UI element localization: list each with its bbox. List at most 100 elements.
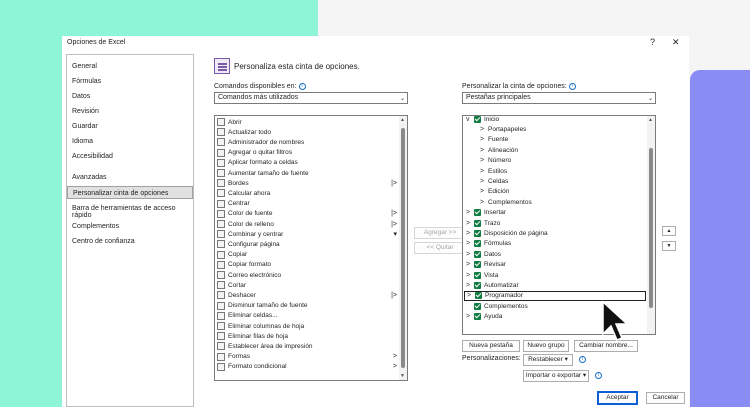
checkbox[interactable] xyxy=(474,302,481,310)
ribbon-tabs-select[interactable]: Pestañas principales ⌄ xyxy=(462,92,656,104)
nav-item[interactable]: Fórmulas xyxy=(72,78,101,85)
command-item[interactable]: Disminuir tamaño de fuente xyxy=(215,301,399,311)
nav-item[interactable]: Complementos xyxy=(72,223,119,230)
ribbon-tree-item[interactable]: > Disposición de página xyxy=(464,228,646,238)
nav-item[interactable]: Accesibilidad xyxy=(72,153,113,160)
command-item[interactable]: Combinar y centrar ▾ xyxy=(215,229,399,239)
expand-chevron-icon[interactable]: > xyxy=(480,157,488,164)
ribbon-scroll-thumb[interactable] xyxy=(649,148,653,308)
nav-item[interactable]: Datos xyxy=(72,93,90,100)
commands-list[interactable]: Formato condicional > Formas > Establecer ár… xyxy=(214,115,408,381)
expand-chevron-icon[interactable]: > xyxy=(480,199,488,206)
command-item[interactable]: Eliminar columnas de hoja xyxy=(215,321,399,331)
checkbox[interactable] xyxy=(474,261,481,269)
nav-item[interactable]: Avanzadas xyxy=(72,174,107,181)
ribbon-tree-item[interactable]: > Alineación xyxy=(464,145,646,155)
checkbox[interactable] xyxy=(474,116,481,123)
scroll-up-icon[interactable]: ▲ xyxy=(400,117,405,123)
command-item[interactable]: Calcular ahora xyxy=(215,188,399,198)
info-icon[interactable]: i xyxy=(568,83,576,90)
command-item[interactable]: Agregar o quitar filtros xyxy=(215,148,399,158)
ribbon-tree-item[interactable]: > Edición xyxy=(464,187,646,197)
expand-chevron-icon[interactable]: > xyxy=(466,282,474,289)
command-item[interactable]: Administrador de nombres xyxy=(215,137,399,147)
command-item[interactable]: Formato condicional > xyxy=(215,362,399,372)
info-icon[interactable]: i xyxy=(595,372,602,379)
checkbox[interactable] xyxy=(474,219,481,227)
command-item[interactable]: Color de relleno |> xyxy=(215,219,399,229)
command-item[interactable]: Configurar página xyxy=(215,239,399,249)
command-item[interactable]: Copiar formato xyxy=(215,260,399,270)
command-item[interactable]: Deshacer |> xyxy=(215,290,399,300)
expand-chevron-icon[interactable]: > xyxy=(466,313,474,320)
ribbon-tree-item[interactable]: > Vista xyxy=(464,270,646,280)
new-group-button[interactable]: Nuevo grupo xyxy=(523,340,569,352)
command-item[interactable]: Establecer área de impresión xyxy=(215,341,399,351)
expand-chevron-icon[interactable]: > xyxy=(466,220,474,227)
ok-button[interactable]: Aceptar xyxy=(597,391,638,405)
command-item[interactable]: Formas > xyxy=(215,352,399,362)
expand-chevron-icon[interactable]: > xyxy=(466,272,474,279)
nav-item[interactable]: Barra de herramientas de acceso rápido xyxy=(72,205,193,219)
ribbon-tree-item[interactable]: v Inicio xyxy=(464,116,646,124)
command-item[interactable]: Eliminar filas de hoja xyxy=(215,331,399,341)
info-icon[interactable]: i xyxy=(579,356,586,363)
add-button[interactable]: Agregar >> xyxy=(414,227,466,239)
new-tab-button[interactable]: Nueva pestaña xyxy=(462,340,520,352)
ribbon-tree-item[interactable]: > Fórmulas xyxy=(464,239,646,249)
ribbon-scrollbar[interactable]: ▲ xyxy=(647,116,655,334)
remove-button[interactable]: << Quitar xyxy=(414,242,466,254)
command-item[interactable]: Abrir xyxy=(215,117,399,127)
ribbon-tree-item[interactable]: > Fuente xyxy=(464,135,646,145)
command-item[interactable]: Actualizar todo xyxy=(215,127,399,137)
ribbon-tree-item[interactable]: > Insertar xyxy=(464,208,646,218)
expand-chevron-icon[interactable]: > xyxy=(480,136,488,143)
checkbox[interactable] xyxy=(474,313,481,321)
nav-item[interactable]: Personalizar cinta de opciones xyxy=(67,186,193,199)
command-item[interactable]: Centrar xyxy=(215,199,399,209)
command-item[interactable]: Color de fuente |> xyxy=(215,209,399,219)
nav-item[interactable]: Centro de confianza xyxy=(72,238,135,245)
close-icon[interactable]: ✕ xyxy=(672,37,680,48)
move-down-button[interactable]: ▼ xyxy=(662,241,676,251)
commands-scrollbar[interactable]: ▲ ▼ xyxy=(399,116,407,380)
expand-chevron-icon[interactable]: v xyxy=(466,116,474,123)
cancel-button[interactable]: Cancelar xyxy=(646,392,685,404)
checkbox[interactable] xyxy=(474,281,481,289)
help-icon[interactable]: ? xyxy=(650,37,655,47)
command-item[interactable]: Bordes |> xyxy=(215,178,399,188)
info-icon[interactable]: i xyxy=(298,83,306,90)
expand-chevron-icon[interactable]: > xyxy=(480,188,488,195)
expand-chevron-icon[interactable]: > xyxy=(466,230,474,237)
expand-chevron-icon[interactable]: > xyxy=(480,147,488,154)
ribbon-tree-item[interactable]: > Datos xyxy=(464,249,646,259)
nav-item[interactable]: Revisión xyxy=(72,108,99,115)
command-item[interactable]: Copiar xyxy=(215,250,399,260)
expand-chevron-icon[interactable]: > xyxy=(480,126,488,133)
checkbox[interactable] xyxy=(474,250,481,258)
expand-chevron-icon[interactable]: > xyxy=(466,209,474,216)
commands-scroll-thumb[interactable] xyxy=(401,128,405,368)
expand-chevron-icon[interactable]: > xyxy=(480,168,488,175)
ribbon-tree-item[interactable]: > Revisar xyxy=(464,260,646,270)
expand-chevron-icon[interactable]: > xyxy=(467,292,475,299)
scroll-down-icon[interactable]: ▼ xyxy=(400,373,405,379)
import-export-button[interactable]: Importar o exportar ▾ xyxy=(523,370,589,382)
command-item[interactable]: Aplicar formato a celdas xyxy=(215,158,399,168)
checkbox[interactable] xyxy=(474,240,481,248)
expand-chevron-icon[interactable]: > xyxy=(466,251,474,258)
ribbon-tree-item[interactable]: > Número xyxy=(464,156,646,166)
ribbon-tree-item[interactable]: > Automatizar xyxy=(464,280,646,290)
checkbox[interactable] xyxy=(474,229,481,237)
scroll-up-icon[interactable]: ▲ xyxy=(648,117,653,123)
expand-chevron-icon[interactable]: > xyxy=(466,240,474,247)
ribbon-tree-item[interactable]: > Estilos xyxy=(464,166,646,176)
ribbon-tree-item[interactable]: > Trazo xyxy=(464,218,646,228)
checkbox[interactable] xyxy=(474,209,481,217)
checkbox[interactable] xyxy=(474,271,481,279)
expand-chevron-icon[interactable]: > xyxy=(480,178,488,185)
expand-chevron-icon[interactable]: > xyxy=(466,261,474,268)
ribbon-tree-item[interactable]: > Portapapeles xyxy=(464,124,646,134)
checkbox[interactable] xyxy=(475,292,482,300)
command-item[interactable]: Aumentar tamaño de fuente xyxy=(215,168,399,178)
